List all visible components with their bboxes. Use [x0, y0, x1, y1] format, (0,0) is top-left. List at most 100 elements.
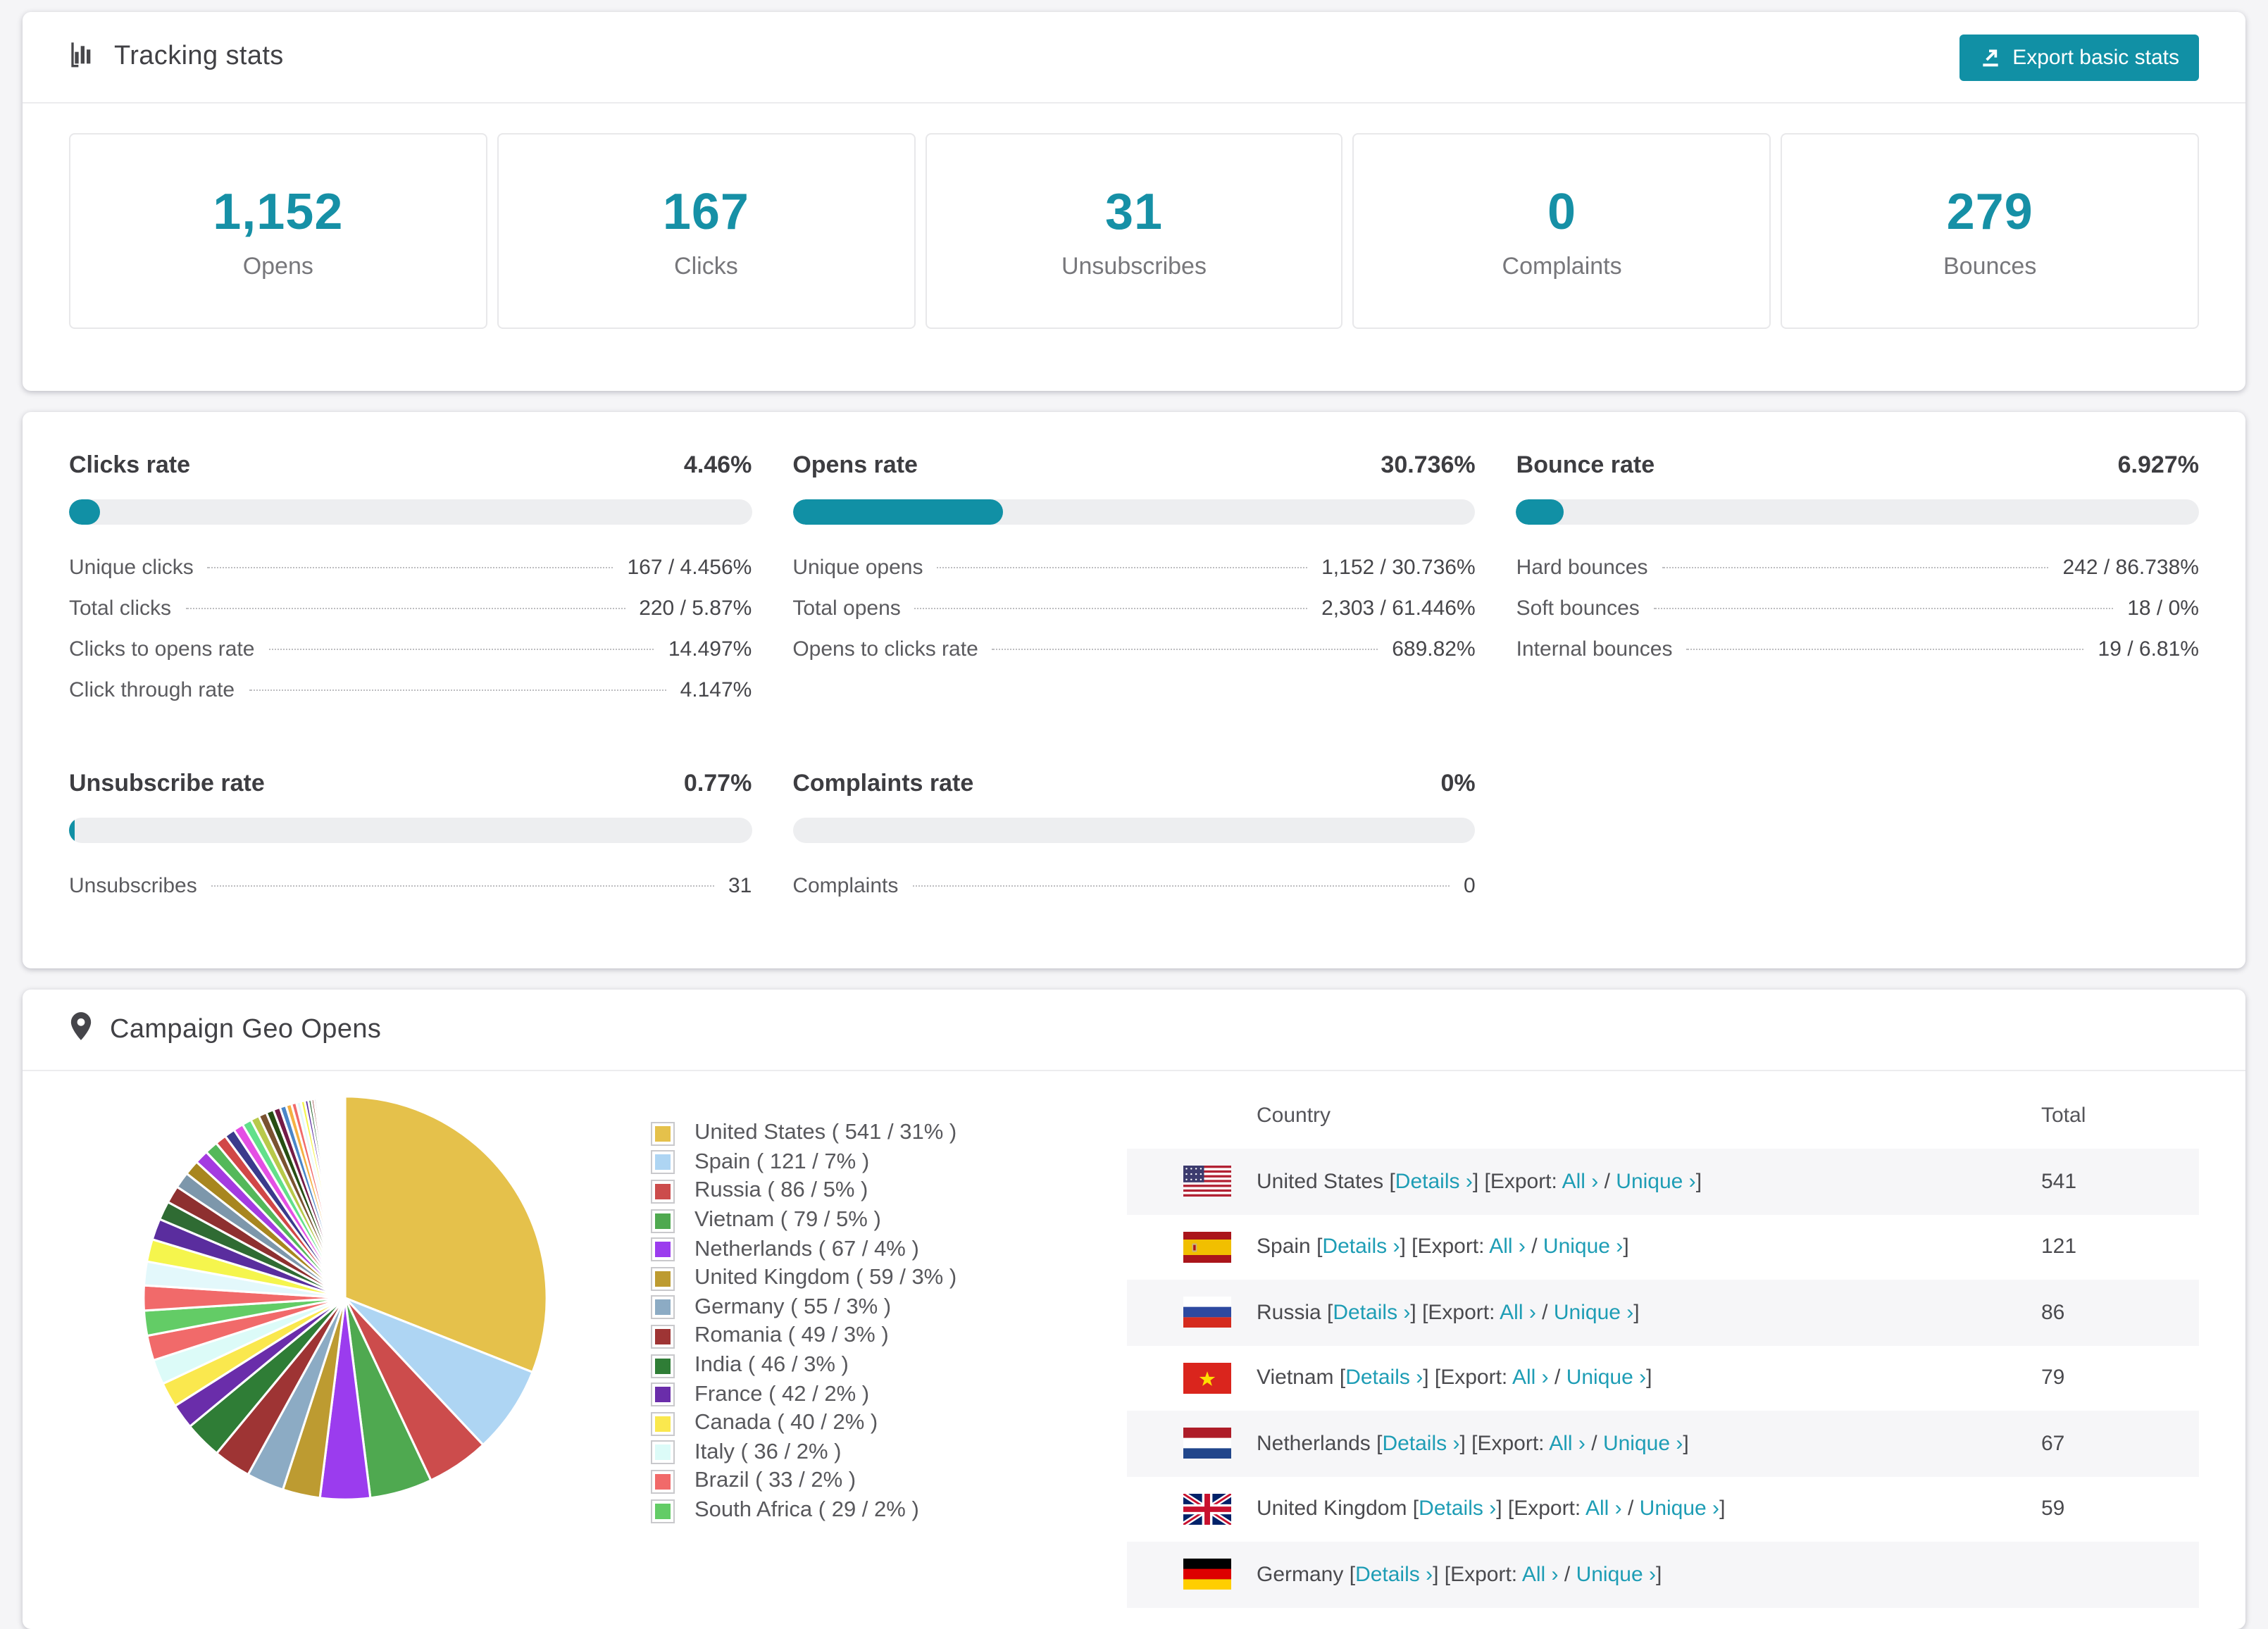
stat-value: 1,152 [213, 182, 344, 239]
vn-flag-icon [1183, 1362, 1231, 1394]
legend-label: Netherlands ( 67 / 4% ) [694, 1237, 919, 1261]
rate-value: 0% [1440, 770, 1476, 797]
total-cell: 67 [2041, 1431, 2065, 1456]
geo-opens-card: Campaign Geo Opens United States ( 541 /… [23, 990, 2245, 1629]
legend-swatch [651, 1179, 675, 1204]
rate-stat-label: Complaints [792, 874, 899, 898]
rate-stat-value: 242 / 86.738% [2062, 556, 2199, 580]
export-unique-link[interactable]: Unique › [1616, 1170, 1695, 1194]
ru-flag-icon [1183, 1297, 1231, 1328]
legend-swatch [651, 1383, 675, 1407]
stat-label: Complaints [1502, 252, 1622, 279]
progress-bar-fill [69, 818, 75, 843]
rate-stat-label: Click through rate [69, 678, 235, 702]
export-unique-link[interactable]: Unique › [1640, 1497, 1719, 1521]
rate-stat-value: 1,152 / 30.736% [1321, 556, 1476, 580]
progress-bar-fill [69, 499, 100, 525]
details-link[interactable]: Details › [1419, 1497, 1496, 1521]
rate-stat-label: Total clicks [69, 597, 172, 620]
export-all-link[interactable]: All › [1512, 1366, 1549, 1390]
rate-stat-value: 0 [1463, 874, 1476, 898]
progress-bar-track [1516, 499, 2199, 525]
dotted-leader [1662, 567, 2049, 568]
details-link[interactable]: Details › [1322, 1235, 1400, 1259]
geo-opens-body: United States ( 541 / 31% ) Spain ( 121 /… [23, 1071, 2245, 1629]
legend-swatch [651, 1440, 675, 1465]
export-basic-stats-button[interactable]: Export basic stats [1959, 34, 2199, 80]
dotted-leader [937, 567, 1308, 568]
legend-label: Germany ( 55 / 3% ) [694, 1294, 892, 1319]
country-cell: United States [Details ›] [Export: All ›… [1257, 1169, 1702, 1194]
total-cell: 541 [2041, 1169, 2077, 1194]
details-link[interactable]: Details › [1395, 1170, 1473, 1194]
export-all-link[interactable]: All › [1489, 1235, 1526, 1259]
es-flag-icon [1183, 1231, 1231, 1263]
rate-rows: Unsubscribes 31 [69, 874, 752, 915]
legend-label: Italy ( 36 / 2% ) [694, 1440, 842, 1464]
summary-stat-box: 167 Clicks [497, 133, 916, 329]
export-all-link[interactable]: All › [1522, 1563, 1559, 1587]
total-cell: 86 [2041, 1300, 2065, 1325]
dotted-leader [268, 649, 654, 650]
total-cell: 59 [2041, 1497, 2065, 1521]
legend-item: France ( 42 / 2% ) [651, 1380, 957, 1409]
rate-stat-label: Unsubscribes [69, 874, 197, 898]
legend-swatch [651, 1237, 675, 1262]
rate-head: Unsubscribe rate 0.77% [69, 770, 752, 798]
progress-bar-track [792, 499, 1476, 525]
export-unique-link[interactable]: Unique › [1566, 1366, 1646, 1390]
rate-block: Unsubscribe rate 0.77% Unsubscribes 31 [69, 770, 752, 915]
stat-value: 31 [1104, 182, 1164, 239]
rate-rows: Unique opens 1,152 / 30.736% Total opens 2,… [792, 556, 1475, 678]
map-pin-icon [69, 1011, 93, 1049]
export-unique-link[interactable]: Unique › [1603, 1432, 1683, 1456]
export-all-link[interactable]: All › [1500, 1301, 1536, 1325]
rate-stat-value: 4.147% [680, 678, 752, 702]
stat-label: Clicks [674, 252, 738, 279]
geo-table-row: Germany [Details ›] [Export: All › / Uni… [1127, 1542, 2199, 1607]
rate-value: 4.46% [683, 451, 752, 478]
export-all-link[interactable]: All › [1585, 1497, 1622, 1521]
de-flag-icon [1183, 1559, 1231, 1590]
legend-label: United Kingdom ( 59 / 3% ) [694, 1266, 957, 1290]
details-link[interactable]: Details › [1345, 1366, 1423, 1390]
legend-swatch [651, 1469, 675, 1494]
country-cell: Spain [Details ›] [Export: All › / Uniqu… [1257, 1235, 1629, 1259]
rate-rows: Unique clicks 167 / 4.456% Total clicks 220… [69, 556, 752, 719]
us-flag-icon [1183, 1166, 1231, 1197]
dotted-leader [992, 649, 1378, 650]
gb-flag-icon [1183, 1493, 1231, 1525]
legend-label: Brazil ( 33 / 2% ) [694, 1468, 856, 1493]
column-total: Total [2041, 1104, 2086, 1128]
geo-table-row: Vietnam [Details ›] [Export: All › / Uni… [1127, 1345, 2199, 1411]
rate-stat-label: Soft bounces [1516, 597, 1640, 620]
legend-item: Vietnam ( 79 / 5% ) [651, 1206, 957, 1235]
rate-stat-label: Unique clicks [69, 556, 194, 580]
country-cell: Vietnam [Details ›] [Export: All › / Uni… [1257, 1366, 1652, 1390]
export-unique-link[interactable]: Unique › [1576, 1563, 1656, 1587]
legend-label: Vietnam ( 79 / 5% ) [694, 1208, 881, 1232]
legend-label: Romania ( 49 / 3% ) [694, 1323, 889, 1348]
bar-chart-icon [69, 39, 97, 75]
legend-item: Netherlands ( 67 / 4% ) [651, 1235, 957, 1264]
export-all-link[interactable]: All › [1562, 1170, 1599, 1194]
export-unique-link[interactable]: Unique › [1554, 1301, 1633, 1325]
rate-block: Opens rate 30.736% Unique opens 1,152 / 30.… [792, 451, 1476, 719]
legend-item: Romania ( 49 / 3% ) [651, 1322, 957, 1351]
progress-bar-track [69, 499, 752, 525]
total-cell: 79 [2041, 1366, 2065, 1390]
details-link[interactable]: Details › [1382, 1432, 1459, 1456]
rate-stat-label: Opens to clicks rate [792, 637, 978, 661]
progress-bar-track [69, 818, 752, 843]
legend-item: South Africa ( 29 / 2% ) [651, 1496, 957, 1525]
dotted-leader [185, 608, 625, 609]
rate-stat-value: 220 / 5.87% [639, 597, 752, 620]
details-link[interactable]: Details › [1355, 1563, 1433, 1587]
geo-pie-chart[interactable] [138, 1091, 552, 1505]
legend-swatch [651, 1150, 675, 1175]
rate-stat-value: 167 / 4.456% [627, 556, 752, 580]
details-link[interactable]: Details › [1333, 1301, 1410, 1325]
export-all-link[interactable]: All › [1549, 1432, 1585, 1456]
export-unique-link[interactable]: Unique › [1543, 1235, 1623, 1259]
legend-swatch [651, 1499, 675, 1523]
